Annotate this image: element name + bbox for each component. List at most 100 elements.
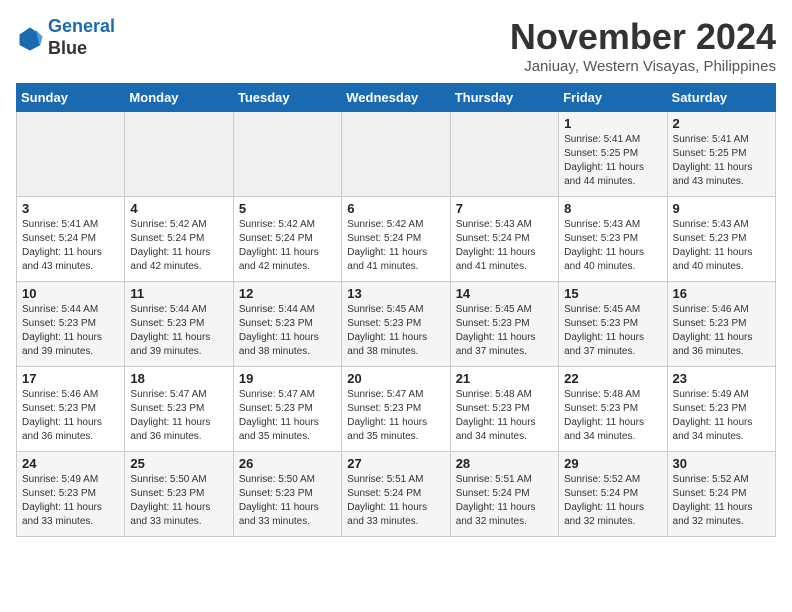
subtitle: Janiuay, Western Visayas, Philippines	[510, 58, 776, 75]
calendar-week-row: 1 Sunrise: 5:41 AM Sunset: 5:25 PM Daylig…	[17, 112, 776, 197]
day-number: 16	[673, 286, 770, 301]
calendar-cell: 3 Sunrise: 5:41 AM Sunset: 5:24 PM Daylig…	[17, 197, 125, 282]
day-number: 30	[673, 456, 770, 471]
calendar-cell: 10Sunrise: 5:44 AM Sunset: 5:23 PM Dayli…	[17, 282, 125, 367]
day-number: 6	[347, 201, 444, 216]
calendar-week-row: 24 Sunrise: 5:49 AM Sunset: 5:23 PM Dayli…	[17, 452, 776, 537]
day-number: 29	[564, 456, 661, 471]
day-number: 20	[347, 371, 444, 386]
day-number: 8	[564, 201, 661, 216]
calendar-cell	[233, 112, 341, 197]
calendar-cell	[450, 112, 558, 197]
calendar-body: 1 Sunrise: 5:41 AM Sunset: 5:25 PM Daylig…	[17, 112, 776, 537]
day-number: 25	[130, 456, 227, 471]
calendar-cell: 5Sunrise: 5:42 AM Sunset: 5:24 PM Daylig…	[233, 197, 341, 282]
calendar-cell: 14 Sunrise: 5:45 AM Sunset: 5:23 PM Dayli…	[450, 282, 558, 367]
day-number: 9	[673, 201, 770, 216]
day-info: Sunrise: 5:43 AM Sunset: 5:24 PM Dayligh…	[456, 218, 553, 274]
day-number: 11	[130, 286, 227, 301]
calendar-week-row: 10 Sunrise: 5:44 AM Sunset: 5:23 PM Dayli…	[17, 282, 776, 367]
day-number: 17	[22, 371, 119, 386]
day-info: Sunrise: 5:43 AM Sunset: 5:23 PM Dayligh…	[673, 218, 770, 274]
calendar-cell: 8 Sunrise: 5:43 AM Sunset: 5:23 PM Daylig…	[559, 197, 667, 282]
calendar-cell: 16 Sunrise: 5:46 AM Sunset: 5:23 PM Dayli…	[667, 282, 775, 367]
day-info: Sunrise: 5:52 AM Sunset: 5:24 PM Dayligh…	[564, 473, 661, 529]
day-info: Sunrise: 5:48 AM Sunset: 5:23 PM Dayligh…	[456, 388, 553, 444]
day-info: Sunrise: 5:41 AM Sunset: 5:25 PM Dayligh…	[564, 133, 661, 189]
calendar-cell: 11 Sunrise: 5:44 AM Sunset: 5:23 PM Dayli…	[125, 282, 233, 367]
calendar-cell: 9 Sunrise: 5:43 AM Sunset: 5:23 PM Daylig…	[667, 197, 775, 282]
day-info: Sunrise: 5:50 AM Sunset: 5:23 PM Dayligh…	[239, 473, 336, 529]
calendar-cell: 15 Sunrise: 5:45 AM Sunset: 5:23 PM Dayli…	[559, 282, 667, 367]
day-info: Sunrise: 5:43 AM Sunset: 5:23 PM Dayligh…	[564, 218, 661, 274]
calendar-cell: 29 Sunrise: 5:52 AM Sunset: 5:24 PM Dayli…	[559, 452, 667, 537]
calendar-cell: 17 Sunrise: 5:46 AM Sunset: 5:23 PM Dayli…	[17, 367, 125, 452]
calendar-header-cell: Wednesday	[342, 84, 450, 112]
calendar-cell: 4 Sunrise: 5:42 AM Sunset: 5:24 PM Daylig…	[125, 197, 233, 282]
day-info: Sunrise: 5:44 AM Sunset: 5:23 PM Dayligh…	[239, 303, 336, 359]
day-number: 4	[130, 201, 227, 216]
day-info: Sunrise: 5:51 AM Sunset: 5:24 PM Dayligh…	[347, 473, 444, 529]
calendar-cell: 28 Sunrise: 5:51 AM Sunset: 5:24 PM Dayli…	[450, 452, 558, 537]
calendar-header-cell: Friday	[559, 84, 667, 112]
calendar-cell: 2 Sunrise: 5:41 AM Sunset: 5:25 PM Daylig…	[667, 112, 775, 197]
day-info: Sunrise: 5:42 AM Sunset: 5:24 PM Dayligh…	[130, 218, 227, 274]
day-number: 22	[564, 371, 661, 386]
logo: General Blue	[16, 16, 115, 59]
day-number: 1	[564, 116, 661, 131]
day-number: 15	[564, 286, 661, 301]
calendar-cell: 7Sunrise: 5:43 AM Sunset: 5:24 PM Daylig…	[450, 197, 558, 282]
day-info: Sunrise: 5:47 AM Sunset: 5:23 PM Dayligh…	[347, 388, 444, 444]
calendar-cell	[342, 112, 450, 197]
day-number: 21	[456, 371, 553, 386]
day-info: Sunrise: 5:52 AM Sunset: 5:24 PM Dayligh…	[673, 473, 770, 529]
calendar-week-row: 17 Sunrise: 5:46 AM Sunset: 5:23 PM Dayli…	[17, 367, 776, 452]
day-number: 2	[673, 116, 770, 131]
day-number: 28	[456, 456, 553, 471]
calendar-header-cell: Thursday	[450, 84, 558, 112]
day-info: Sunrise: 5:41 AM Sunset: 5:24 PM Dayligh…	[22, 218, 119, 274]
calendar-cell: 21 Sunrise: 5:48 AM Sunset: 5:23 PM Dayli…	[450, 367, 558, 452]
calendar-cell: 18Sunrise: 5:47 AM Sunset: 5:23 PM Dayli…	[125, 367, 233, 452]
calendar-cell: 20 Sunrise: 5:47 AM Sunset: 5:23 PM Dayli…	[342, 367, 450, 452]
day-number: 24	[22, 456, 119, 471]
calendar-cell: 24 Sunrise: 5:49 AM Sunset: 5:23 PM Dayli…	[17, 452, 125, 537]
calendar-header-cell: Saturday	[667, 84, 775, 112]
calendar-week-row: 3 Sunrise: 5:41 AM Sunset: 5:24 PM Daylig…	[17, 197, 776, 282]
day-number: 14	[456, 286, 553, 301]
day-info: Sunrise: 5:49 AM Sunset: 5:23 PM Dayligh…	[673, 388, 770, 444]
calendar-cell: 26 Sunrise: 5:50 AM Sunset: 5:23 PM Dayli…	[233, 452, 341, 537]
logo-icon	[16, 24, 44, 52]
calendar-cell: 13 Sunrise: 5:45 AM Sunset: 5:23 PM Dayli…	[342, 282, 450, 367]
day-info: Sunrise: 5:44 AM Sunset: 5:23 PM Dayligh…	[130, 303, 227, 359]
day-number: 10	[22, 286, 119, 301]
day-info: Sunrise: 5:46 AM Sunset: 5:23 PM Dayligh…	[673, 303, 770, 359]
calendar-header-row: SundayMondayTuesdayWednesdayThursdayFrid…	[17, 84, 776, 112]
day-info: Sunrise: 5:41 AM Sunset: 5:25 PM Dayligh…	[673, 133, 770, 189]
day-number: 3	[22, 201, 119, 216]
day-info: Sunrise: 5:48 AM Sunset: 5:23 PM Dayligh…	[564, 388, 661, 444]
day-info: Sunrise: 5:42 AM Sunset: 5:24 PM Dayligh…	[347, 218, 444, 274]
calendar-cell	[125, 112, 233, 197]
calendar-cell: 1 Sunrise: 5:41 AM Sunset: 5:25 PM Daylig…	[559, 112, 667, 197]
day-number: 18	[130, 371, 227, 386]
calendar-header-cell: Tuesday	[233, 84, 341, 112]
day-info: Sunrise: 5:49 AM Sunset: 5:23 PM Dayligh…	[22, 473, 119, 529]
header: General Blue November 2024 Janiuay, West…	[16, 16, 776, 75]
calendar-cell: 23Sunrise: 5:49 AM Sunset: 5:23 PM Dayli…	[667, 367, 775, 452]
day-info: Sunrise: 5:45 AM Sunset: 5:23 PM Dayligh…	[564, 303, 661, 359]
calendar-cell: 27 Sunrise: 5:51 AM Sunset: 5:24 PM Dayli…	[342, 452, 450, 537]
month-title: November 2024	[510, 16, 776, 58]
day-info: Sunrise: 5:51 AM Sunset: 5:24 PM Dayligh…	[456, 473, 553, 529]
day-number: 12	[239, 286, 336, 301]
calendar-cell: 22 Sunrise: 5:48 AM Sunset: 5:23 PM Dayli…	[559, 367, 667, 452]
calendar-header-cell: Sunday	[17, 84, 125, 112]
day-info: Sunrise: 5:45 AM Sunset: 5:23 PM Dayligh…	[456, 303, 553, 359]
day-number: 27	[347, 456, 444, 471]
day-info: Sunrise: 5:45 AM Sunset: 5:23 PM Dayligh…	[347, 303, 444, 359]
day-number: 26	[239, 456, 336, 471]
day-number: 13	[347, 286, 444, 301]
calendar-cell: 12 Sunrise: 5:44 AM Sunset: 5:23 PM Dayli…	[233, 282, 341, 367]
calendar-cell: 25Sunrise: 5:50 AM Sunset: 5:23 PM Dayli…	[125, 452, 233, 537]
day-info: Sunrise: 5:46 AM Sunset: 5:23 PM Dayligh…	[22, 388, 119, 444]
